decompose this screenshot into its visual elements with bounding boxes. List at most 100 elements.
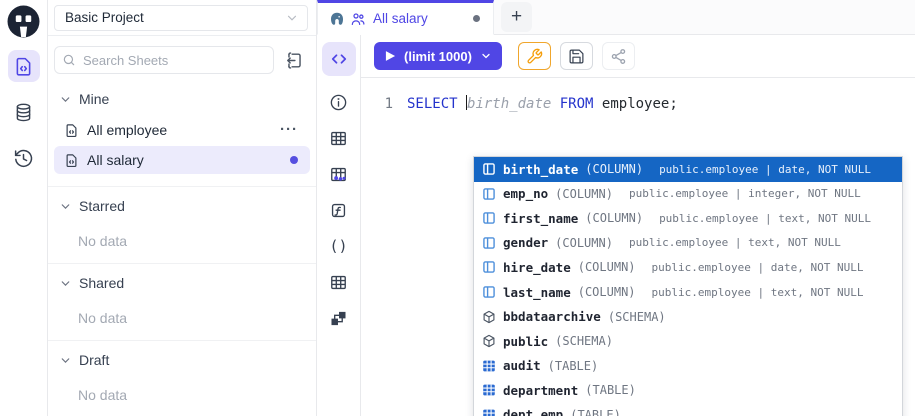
table-icon — [329, 129, 348, 148]
import-sheet-button[interactable] — [282, 48, 306, 72]
tab-strip: All salary + — [317, 0, 915, 35]
project-selector[interactable]: Basic Project — [54, 5, 308, 31]
sheet-item-all-salary[interactable]: All salary — [54, 146, 310, 174]
completion-kind: (COLUMN) — [555, 236, 613, 250]
rail-sheets-button[interactable] — [8, 50, 40, 82]
completion-kind: (COLUMN) — [585, 211, 643, 225]
sheet-label: All employee — [87, 122, 167, 138]
autocomplete-item-first_name[interactable]: first_name (COLUMN) public.employee | te… — [474, 206, 902, 231]
editor-toolbar: (limit 1000) — [361, 35, 915, 78]
code-view-button[interactable] — [322, 42, 356, 76]
completion-detail: public.employee | date, NOT NULL — [652, 261, 864, 274]
section-header[interactable]: Shared — [48, 268, 316, 298]
info-icon — [329, 93, 348, 112]
result-table-button[interactable] — [329, 272, 349, 292]
editor-tool-rail: () — [317, 35, 361, 416]
autocomplete-item-audit[interactable]: audit (TABLE) — [474, 353, 902, 378]
sheet-item-all-employee[interactable]: All employee ··· — [54, 116, 310, 144]
sql-keyword-select: SELECT — [407, 96, 458, 112]
editor-column: (limit 1000) 1 SE — [361, 35, 915, 416]
completion-detail: public.employee | text, NOT NULL — [659, 212, 871, 225]
line-number: 1 — [361, 94, 393, 114]
more-icon[interactable]: ··· — [280, 125, 298, 135]
search-sheets-input[interactable] — [54, 46, 274, 74]
format-sql-button[interactable] — [518, 42, 551, 70]
completion-name: bbdataarchive — [503, 309, 601, 324]
database-icon — [13, 102, 34, 123]
column-icon — [482, 260, 496, 274]
column-icon — [482, 236, 496, 250]
autocomplete-item-hire_date[interactable]: hire_date (COLUMN) public.employee | dat… — [474, 255, 902, 280]
import-sheet-icon — [285, 51, 304, 70]
autocomplete-item-public[interactable]: public (SCHEMA) — [474, 329, 902, 354]
project-header: Basic Project — [48, 0, 316, 36]
app-logo[interactable] — [7, 5, 40, 38]
left-rail — [0, 0, 48, 416]
completion-name: birth_date — [503, 162, 578, 177]
sheet-tree: Mine All employee ··· All salary Starred… — [48, 80, 316, 416]
completion-kind: (TABLE) — [548, 359, 599, 373]
run-button-label: (limit 1000) — [404, 49, 472, 64]
completion-kind: (TABLE) — [570, 408, 621, 416]
section-label: Mine — [79, 91, 109, 107]
sql-tail: employee; — [602, 96, 678, 112]
sheet-icon — [64, 123, 79, 138]
autocomplete-item-last_name[interactable]: last_name (COLUMN) public.employee | tex… — [474, 280, 902, 305]
code-line-1: 1 SELECT birth_date FROM employee; — [361, 94, 915, 114]
app-window: Basic Project Mine — [0, 0, 915, 416]
section-header[interactable]: Starred — [48, 191, 316, 221]
search-icon — [62, 53, 76, 67]
info-button[interactable] — [329, 92, 349, 112]
parens-icon: () — [329, 237, 347, 255]
function-icon — [329, 201, 348, 220]
section-label: Starred — [79, 198, 125, 214]
share-sheet-button[interactable] — [602, 42, 635, 70]
sidebar-section-starred: Starred No data — [48, 186, 316, 263]
postgres-icon — [329, 11, 345, 27]
sql-editor[interactable]: 1 SELECT birth_date FROM employee; birth… — [361, 78, 915, 416]
table-data-button[interactable] — [329, 164, 349, 184]
chevron-down-icon — [59, 93, 72, 106]
autocomplete-item-emp_no[interactable]: emp_no (COLUMN) public.employee | intege… — [474, 182, 902, 207]
autocomplete-item-birth_date[interactable]: birth_date (COLUMN) public.employee | da… — [474, 157, 902, 182]
autocomplete-panel: birth_date (COLUMN) public.employee | da… — [473, 156, 903, 416]
section-label: Shared — [79, 275, 124, 291]
autocomplete-item-bbdataarchive[interactable]: bbdataarchive (SCHEMA) — [474, 304, 902, 329]
sheet-icon — [13, 56, 34, 77]
project-selector-value: Basic Project — [65, 10, 144, 25]
completion-kind: (COLUMN) — [578, 285, 636, 299]
completion-name: last_name — [503, 285, 571, 300]
new-tab-button[interactable]: + — [501, 2, 532, 32]
completion-kind: (COLUMN) — [578, 260, 636, 274]
column-icon — [482, 162, 496, 176]
sheet-search-row — [48, 36, 316, 80]
autocomplete-item-dept_emp[interactable]: dept_emp (TABLE) — [474, 402, 902, 416]
table-icon — [329, 273, 348, 292]
editor-body: () (limit 1000) — [317, 35, 915, 416]
completion-kind: (COLUMN) — [585, 162, 643, 176]
autocomplete-item-department[interactable]: department (TABLE) — [474, 378, 902, 403]
completion-name: gender — [503, 235, 548, 250]
history-icon — [13, 148, 34, 169]
schema-icon — [482, 310, 496, 324]
functions-button[interactable] — [329, 200, 349, 220]
sidebar-section-draft: Draft No data — [48, 340, 316, 416]
parentheses-button[interactable]: () — [329, 236, 349, 256]
autocomplete-item-gender[interactable]: gender (COLUMN) public.employee | text, … — [474, 231, 902, 256]
tab-title: All salary — [373, 11, 428, 26]
rail-history-button[interactable] — [8, 142, 40, 174]
section-header[interactable]: Mine — [48, 84, 316, 114]
code-content: SELECT birth_date FROM employee; — [407, 94, 678, 114]
section-header[interactable]: Draft — [48, 345, 316, 375]
code-icon — [329, 49, 349, 69]
tab-all-salary[interactable]: All salary — [317, 0, 494, 35]
sidebar-section-mine: Mine All employee ··· All salary — [48, 80, 316, 186]
tables-button[interactable] — [329, 128, 349, 148]
run-query-button[interactable]: (limit 1000) — [374, 42, 502, 70]
column-icon — [482, 285, 496, 299]
save-sheet-button[interactable] — [560, 42, 593, 70]
schema-diagram-button[interactable] — [329, 308, 349, 328]
empty-label: No data — [78, 387, 316, 403]
completion-name: first_name — [503, 211, 578, 226]
rail-database-button[interactable] — [8, 96, 40, 128]
